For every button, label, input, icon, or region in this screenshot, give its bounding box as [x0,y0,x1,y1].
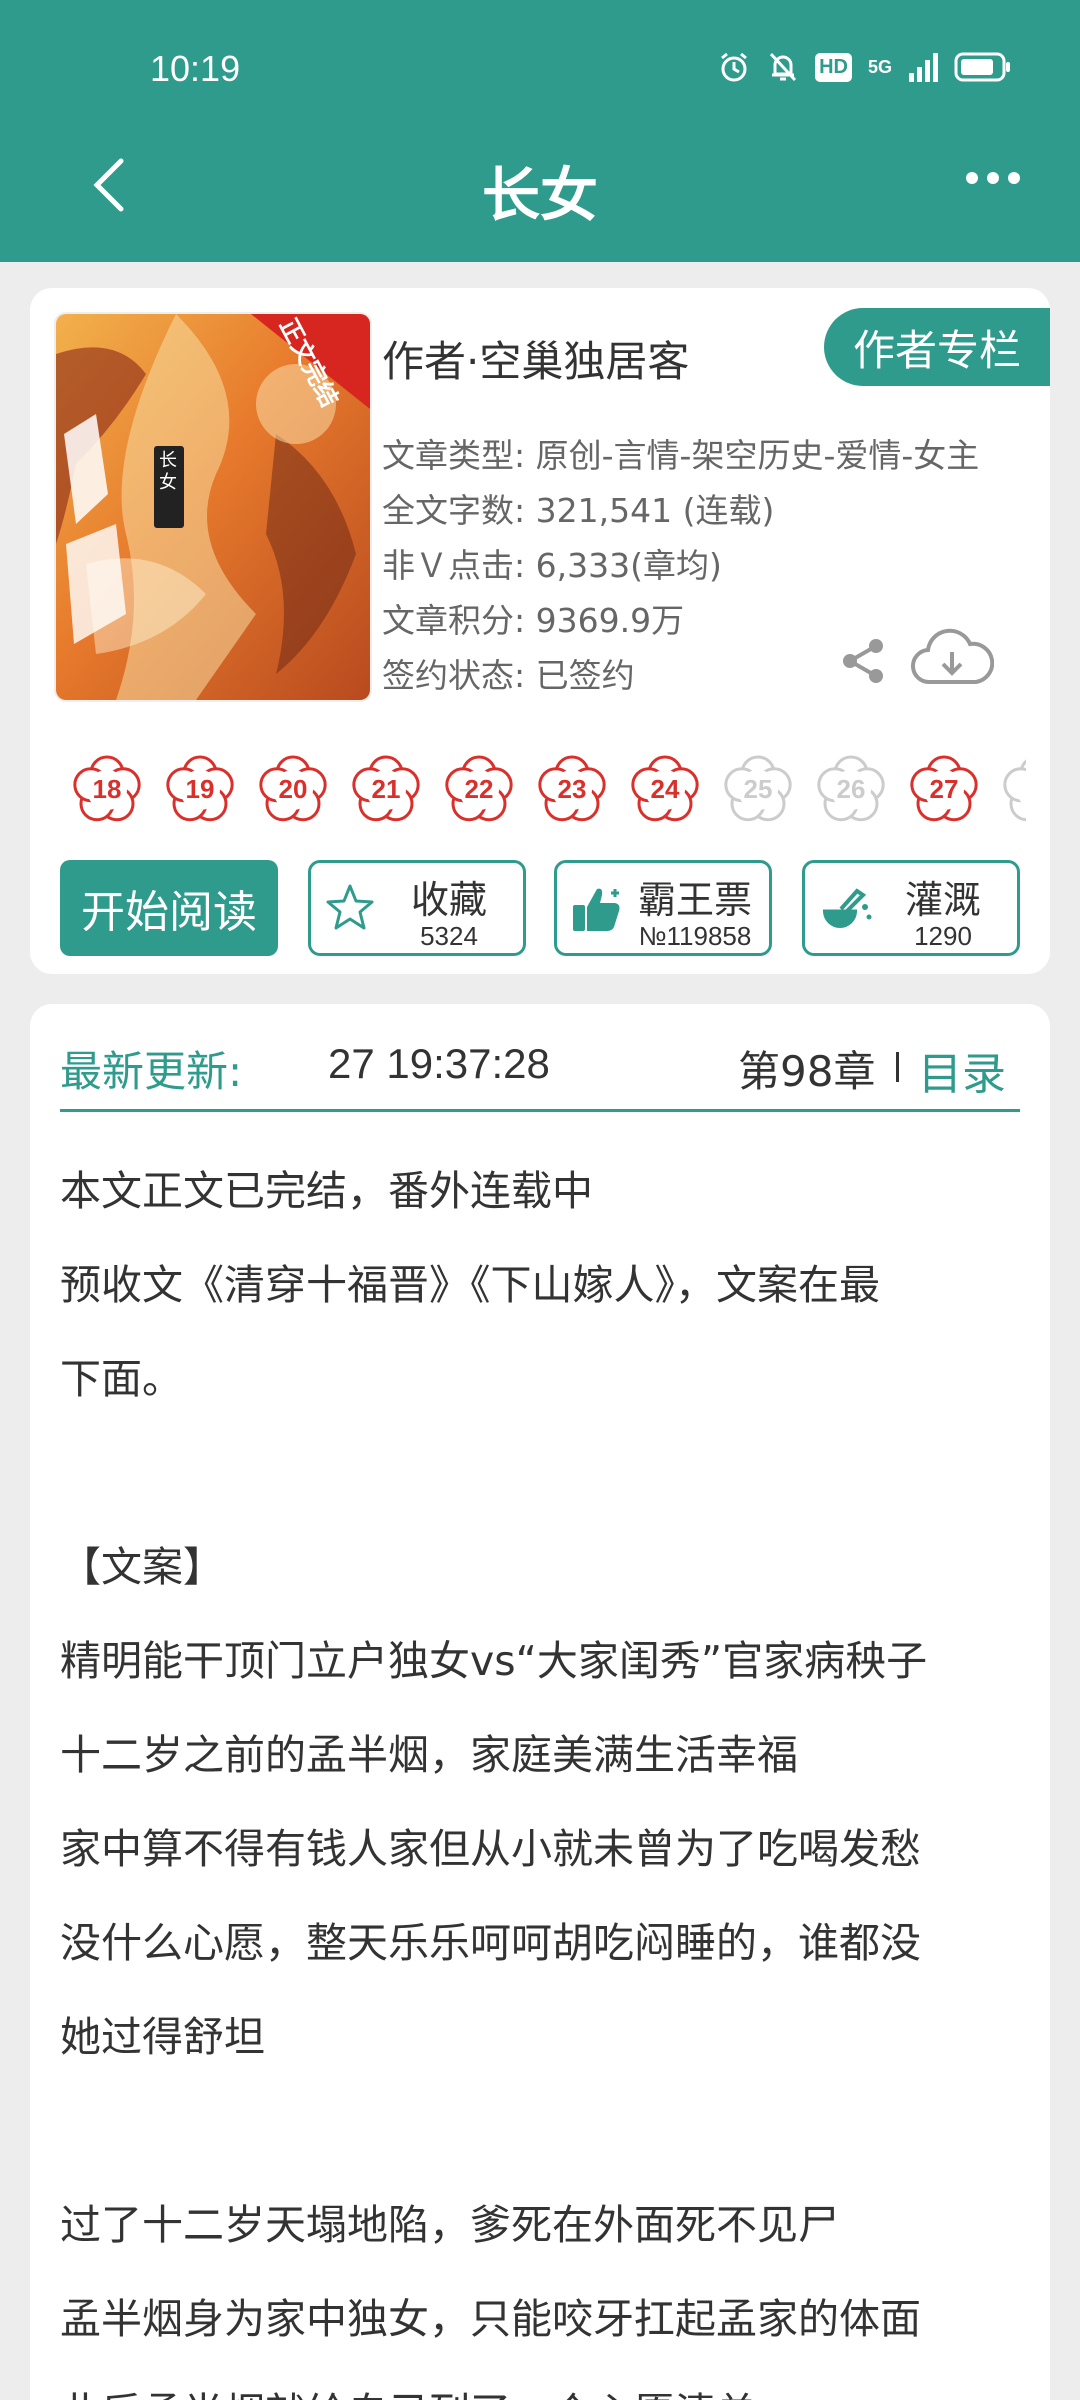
start-reading-button[interactable]: 开始阅读 [60,860,278,956]
water-label: 灌溉 [904,878,981,922]
alarm-icon [721,52,748,82]
more-dot-icon [966,172,978,184]
description-line: 家中算不得有钱人家但从小就未曾为了吃喝发愁 [60,1825,921,1873]
description-line: 【文案】 [60,1543,224,1591]
description-line: 她过得舒坦 [60,2013,265,2061]
book-description-card: 最新更新: 27 19:37:28 第98章 目录 本文正文已完结，番外连载中 … [30,1004,1050,2400]
book-meta: 文章类型: 原创-言情-架空历史-爱情-女主 全文字数: 321,541 (连载… [382,428,979,703]
bell-off-icon [769,52,797,82]
flower-badge: 19 [159,748,241,830]
flower-number: 18 [92,773,122,804]
meta-row: 非Ｖ点击: 6,333(章均) [382,538,979,593]
table-of-contents-link[interactable]: 目录 [918,1038,1006,1102]
flower-number: 26 [836,773,866,804]
hd-badge: HD [815,52,852,82]
ticket-button[interactable]: 霸王票 №119858 [554,860,772,956]
meta-value: 原创-言情-架空历史-爱情-女主 [535,436,980,475]
battery-icon [954,52,1010,82]
water-count: 1290 [914,921,972,951]
flower-badge [996,748,1026,830]
more-dot-icon [987,172,999,184]
latest-update-label: 最新更新: [60,1047,243,1096]
app-header: 10:19 HD 5G 长女 [0,0,1080,262]
latest-update-row[interactable]: 最新更新: 27 19:37:28 第98章 目录 [60,1022,1020,1112]
collect-button[interactable]: 收藏 5324 [308,860,526,956]
description-line: 预收文《清穿十福晋》《下山嫁人》，文案在最 [60,1261,880,1309]
status-time: 10:19 [150,48,241,89]
description-line [60,1426,1020,1520]
description-line: 此后孟半烟就给自己列了一个心愿清单 [60,2366,1020,2400]
description-line: 过了十二岁天塌地陷，爹死在外面死不见尸 [60,2201,839,2249]
author-name[interactable]: 作者·空巢独居客 [382,328,689,389]
share-icon [843,639,883,683]
description-line: 十二岁之前的孟半烟，家庭美满生活幸福 [60,1731,798,1779]
meta-row: 签约状态: 已签约 [382,648,979,703]
ticket-label: 霸王票 [637,878,752,922]
collect-count: 5324 [420,921,478,951]
flower-badge: 18 [66,748,148,830]
page-title: 长女 [481,161,598,229]
water-button[interactable]: 灌溉 1290 [802,860,1020,956]
more-button[interactable] [966,162,1020,194]
flower-number: 21 [371,773,401,804]
signal-icon [909,53,938,82]
flower-number: 20 [278,773,308,804]
meta-key: 全文字数: [382,491,526,530]
latest-chapter[interactable]: 第98章 [738,1038,875,1099]
flower-number: 25 [743,773,773,804]
description-line: 本文正文已完结，番外连载中 [60,1167,593,1215]
meta-value: 321,541 (连载) [535,491,775,530]
watering-icon [823,888,872,928]
flower-badge: 21 [345,748,427,830]
meta-key: 文章积分: [382,601,526,640]
flower-badge: 20 [252,748,334,830]
description-line: 孟半烟身为家中独女，只能咬牙扛起孟家的体面 [60,2295,921,2343]
flower-number: 27 [929,773,959,804]
description-line [60,2084,1020,2178]
meta-value: 6,333(章均) [535,546,722,585]
meta-key: 文章类型: [382,436,526,475]
flower-row: 18 19 20 21 22 23 24 25 26 27 [66,748,1026,838]
latest-update-time: 27 19:37:28 [328,1040,550,1087]
network-type: 5G [867,56,892,77]
flower-number: 22 [464,773,494,804]
flower-badge: 23 [531,748,613,830]
meta-value: 已签约 [535,656,635,695]
flower-number: 23 [557,773,587,804]
book-info-card: 正文完结 长女 作者·空巢独居客 作者专栏 文章类型: 原创-言情-架空历史-爱… [30,288,1050,974]
flower-badge: 25 [717,748,799,830]
cloud-download-icon [911,628,995,685]
more-dot-icon [1008,172,1020,184]
thumbs-up-icon [573,888,620,931]
description-text: 本文正文已完结，番外连载中 预收文《清穿十福晋》《下山嫁人》，文案在最 下面。 … [60,1144,1020,2400]
flower-number: 24 [650,773,680,804]
meta-key: 非Ｖ点击: [382,546,526,585]
flower-badge: 22 [438,748,520,830]
share-button[interactable] [838,636,888,690]
flower-badge: 27 [903,748,985,830]
star-icon [326,884,374,930]
status-icons: HD 5G [717,50,1012,84]
meta-row: 全文字数: 321,541 (连载) [382,483,979,538]
flower-badge: 24 [624,748,706,830]
meta-value: 9369.9万 [535,601,685,640]
book-cover[interactable]: 正文完结 长女 [54,312,372,702]
meta-row: 文章类型: 原创-言情-架空历史-爱情-女主 [382,428,979,483]
flower-badge: 26 [810,748,892,830]
collect-label: 收藏 [410,878,487,922]
description-line: 下面。 [60,1355,183,1403]
divider [896,1052,899,1082]
flower-number: 19 [185,773,215,804]
cover-title: 长女 [159,450,177,493]
description-line: 没什么心愿，整天乐乐呵呵胡吃闷睡的，谁都没 [60,1919,921,1967]
download-button[interactable] [910,628,995,694]
description-line: 精明能干顶门立户独女vs“大家闺秀”官家病秧子 [60,1637,928,1685]
author-column-button[interactable]: 作者专栏 [824,308,1050,386]
meta-key: 签约状态: [382,656,526,695]
flower-number [996,748,1026,830]
meta-row: 文章积分: 9369.9万 [382,593,979,648]
ticket-count: №119858 [638,921,752,951]
